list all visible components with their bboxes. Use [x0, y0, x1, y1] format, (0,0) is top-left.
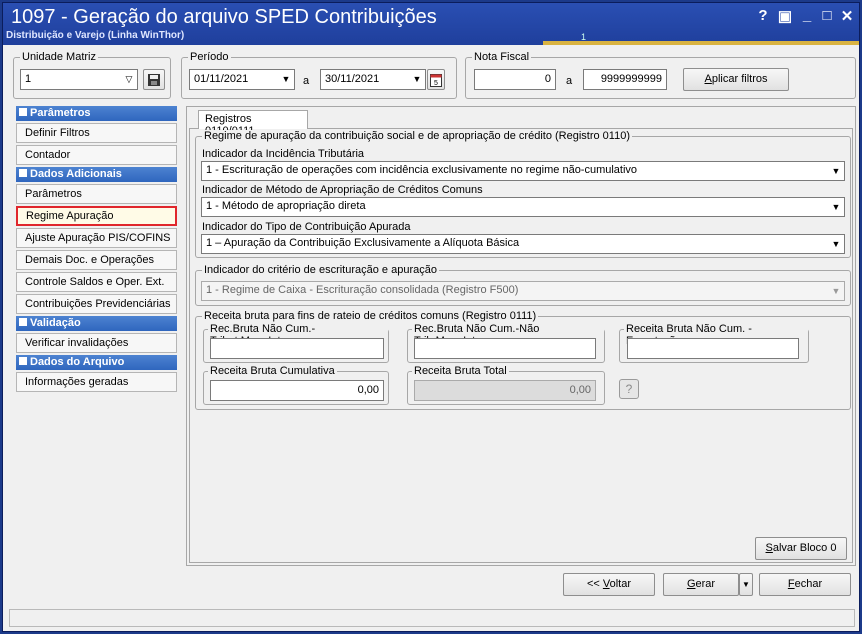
periodo-separator: a — [303, 75, 310, 87]
collapse-icon — [19, 318, 27, 326]
help-icon[interactable]: ? — [755, 7, 771, 24]
status-bar — [9, 609, 855, 627]
incidencia-value: 1 - Escrituração de operações com incidê… — [206, 164, 638, 176]
svg-text:5: 5 — [434, 80, 438, 87]
rec-total-label: Receita Bruta Total — [412, 365, 509, 377]
nota-separator: a — [566, 75, 573, 87]
question-icon[interactable]: ? — [619, 379, 639, 399]
sidebar-item-controle-saldos[interactable]: Controle Saldos e Oper. Ext. — [16, 272, 177, 292]
voltar-button[interactable]: << Voltar — [563, 573, 655, 596]
rec-naotrib-input[interactable] — [414, 338, 596, 359]
salvar-bloco-button[interactable]: Salvar Bloco 0 — [755, 537, 847, 560]
gerar-hotkey: G — [686, 578, 696, 590]
section-parametros[interactable]: Parâmetros — [16, 106, 177, 121]
restore-icon[interactable]: ▣ — [777, 7, 793, 25]
sidebar-item-regime-apuracao[interactable]: Regime Apuração — [16, 206, 177, 226]
metodo-select[interactable]: 1 - Método de apropriação direta ▼ — [201, 197, 845, 217]
section-title: Parâmetros — [30, 107, 91, 119]
metodo-label: Indicador de Método de Apropriação de Cr… — [202, 184, 483, 196]
periodo-label: Período — [188, 51, 231, 63]
unidade-value: 1 — [25, 73, 32, 85]
periodo-from-input[interactable]: 01/11/2021 ▼ — [189, 69, 295, 90]
window-title: 1097 - Geração do arquivo SPED Contribui… — [11, 6, 437, 28]
tipo-contribuicao-value: 1 – Apuração da Contribuição Exclusivame… — [206, 237, 520, 249]
collapse-icon — [19, 357, 27, 365]
chevron-down-icon: ▼ — [831, 202, 841, 212]
tipo-contribuicao-select[interactable]: 1 – Apuração da Contribuição Exclusivame… — [201, 234, 845, 254]
chevron-down-icon: ▽ — [125, 74, 133, 84]
rec-cumulativa-input[interactable]: 0,00 — [210, 380, 384, 401]
voltar-label: oltar — [609, 578, 632, 590]
nota-to-input[interactable]: 9999999999 — [583, 69, 667, 90]
tab-registros-0110-0111[interactable]: Registros 0110/0111 — [198, 110, 308, 137]
section-title: Dados Adicionais — [30, 168, 122, 180]
criterio-value: 1 - Regime de Caixa - Escrituração conso… — [206, 284, 519, 296]
sidebar-item-contribuicoes-previdenciarias[interactable]: Contribuições Previdenciárias — [16, 294, 177, 314]
chevron-down-icon: ▼ — [831, 286, 841, 296]
save-icon[interactable] — [143, 69, 165, 90]
unidade-select[interactable]: 1 ▽ — [20, 69, 138, 90]
chevron-down-icon: ▼ — [831, 166, 841, 176]
incidencia-select[interactable]: 1 - Escrituração de operações com incidê… — [201, 161, 845, 181]
fechar-button[interactable]: Fechar — [759, 573, 851, 596]
sidebar-item-informacoes-geradas[interactable]: Informações geradas — [16, 372, 177, 392]
salvar-hotkey: S — [765, 542, 773, 554]
collapse-icon — [19, 169, 27, 177]
window-subtitle: Distribuição e Varejo (Linha WinThor) — [6, 30, 185, 41]
rec-trib-input[interactable] — [210, 338, 384, 359]
section-dados-adicionais[interactable]: Dados Adicionais — [16, 167, 177, 182]
voltar-hotkey: V — [602, 578, 610, 590]
sidebar-item-ajuste-apuracao[interactable]: Ajuste Apuração PIS/COFINS — [16, 228, 177, 248]
rec-cumulativa-label: Receita Bruta Cumulativa — [208, 365, 337, 377]
rec-export-input[interactable] — [627, 338, 799, 359]
chevron-down-icon: ▼ — [281, 74, 291, 84]
sidebar-item-definir-filtros[interactable]: Definir Filtros — [16, 123, 177, 143]
periodo-from-value: 01/11/2021 — [194, 73, 249, 85]
chevron-down-icon: ▼ — [412, 74, 422, 84]
criterio-select[interactable]: 1 - Regime de Caixa - Escrituração conso… — [201, 281, 845, 301]
title-accent-stripe — [543, 41, 859, 45]
incidencia-label: Indicador da Incidência Tributária — [202, 148, 365, 160]
sidebar-item-demais-doc[interactable]: Demais Doc. e Operações — [16, 250, 177, 270]
section-validacao[interactable]: Validação — [16, 316, 177, 331]
fechar-hotkey: F — [787, 578, 795, 590]
rec-total-input: 0,00 — [414, 380, 596, 401]
sidebar-item-parametros[interactable]: Parâmetros — [16, 184, 177, 204]
close-icon[interactable]: ✕ — [839, 7, 855, 25]
collapse-icon — [19, 108, 27, 116]
unidade-label: Unidade Matriz — [20, 51, 98, 63]
periodo-to-input[interactable]: 30/11/2021 ▼ — [320, 69, 426, 90]
section-title: Dados do Arquivo — [30, 356, 125, 368]
nota-fiscal-label: Nota Fiscal — [472, 51, 532, 63]
voltar-prefix: << — [586, 578, 603, 590]
fechar-label: echar — [794, 578, 823, 590]
gerar-button[interactable]: Gerar — [663, 573, 739, 596]
sidebar: Parâmetros Definir Filtros Contador Dado… — [16, 106, 177, 394]
periodo-to-value: 30/11/2021 — [325, 73, 380, 85]
metodo-value: 1 - Método de apropriação direta — [206, 200, 366, 212]
sidebar-item-contador[interactable]: Contador — [16, 145, 177, 165]
aplicar-filtros-button[interactable]: Aplicar filtros — [683, 68, 789, 91]
main-window: 1097 - Geração do arquivo SPED Contribui… — [2, 2, 860, 632]
tipo-contribuicao-label: Indicador do Tipo de Contribuição Apurad… — [202, 221, 411, 233]
gerar-dropdown-icon[interactable]: ▼ — [739, 573, 753, 596]
calendar-icon[interactable]: 5 — [427, 69, 445, 90]
section-dados-arquivo[interactable]: Dados do Arquivo — [16, 355, 177, 370]
receita-group-label: Receita bruta para fins de rateio de cré… — [202, 310, 539, 322]
minimize-icon[interactable]: _ — [799, 7, 815, 24]
nota-from-input[interactable]: 0 — [474, 69, 556, 90]
criterio-group-label: Indicador do critério de escrituração e … — [202, 264, 439, 276]
chevron-down-icon: ▼ — [831, 239, 841, 249]
title-bar: 1097 - Geração do arquivo SPED Contribui… — [3, 3, 859, 45]
section-title: Validação — [30, 317, 81, 329]
sidebar-item-verificar-invalidacoes[interactable]: Verificar invalidações — [16, 333, 177, 353]
regime-group-label: Regime de apuração da contribuição socia… — [202, 130, 632, 142]
aplicar-filtros-hotkey: A — [704, 73, 712, 85]
salvar-label: alvar Bloco 0 — [772, 542, 837, 554]
aplicar-filtros-label: plicar filtros — [711, 73, 768, 85]
maximize-icon[interactable]: □ — [819, 7, 835, 24]
gerar-label: erar — [695, 578, 716, 590]
